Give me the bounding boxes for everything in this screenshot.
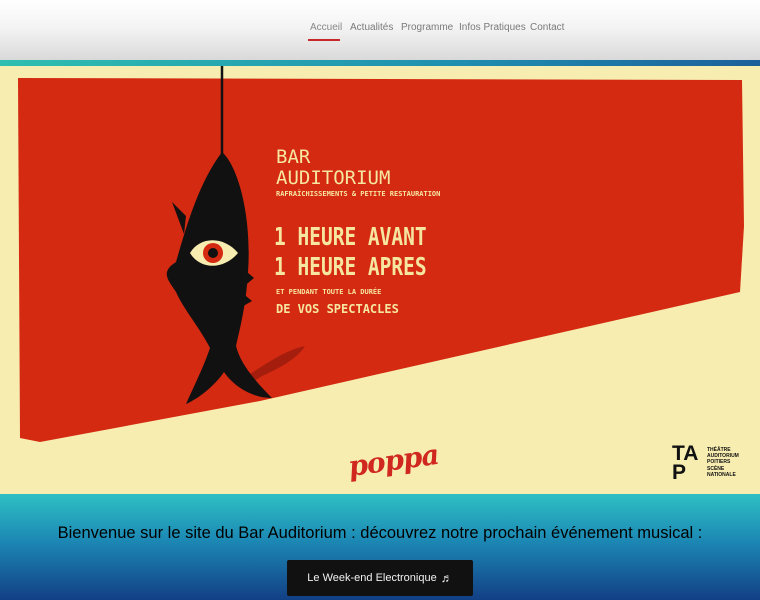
tap-letters: TA P [672,442,698,484]
nav-item-programme[interactable]: Programme [401,22,453,33]
next-event-button[interactable]: Le Week-end Electronique ♬ [287,560,473,596]
welcome-section: Bienvenue sur le site du Bar Auditorium … [0,494,760,600]
nav-item-accueil[interactable]: Accueil [310,22,342,33]
poster-title-bar: BAR [276,146,311,168]
tap-caption: THÉÂTRE AUDITORIUM POITIERS SCÈNE NATION… [707,447,747,478]
next-event-label: Le Week-end Electronique [307,572,437,584]
poster-title-auditorium: AUDITORIUM [276,167,391,189]
active-nav-indicator [308,39,340,41]
nav-item-infos-pratiques[interactable]: Infos Pratiques [459,22,526,33]
music-note-icon: ♬ [440,571,453,585]
tap-logo: TA P THÉÂTRE AUDITORIUM POITIERS SCÈNE N… [672,442,742,490]
top-navbar: Accueil Actualités Programme Infos Prati… [0,0,760,60]
nav-item-contact[interactable]: Contact [530,22,564,33]
poster-during-text: ET PENDANT TOUTE LA DURÉE [276,288,382,296]
poster-hour-before: 1 HEURE AVANT [274,222,427,251]
poster-shows-text: DE VOS SPECTACLES [276,302,399,316]
main-nav: Accueil Actualités Programme Infos Prati… [0,22,760,42]
nav-item-actualites[interactable]: Actualités [350,22,393,33]
poster-subtitle: RAFRAÎCHISSEMENTS & PETITE RESTAURATION [276,190,441,198]
bar-auditorium-poster: BAR AUDITORIUM RAFRAÎCHISSEMENTS & PETIT… [0,66,760,494]
welcome-text: Bienvenue sur le site du Bar Auditorium … [57,524,703,542]
poster-hour-after: 1 HEURE APRES [274,252,427,281]
tap-caption-line: NATIONALE [707,471,736,478]
fish-eye-pupil [208,248,218,258]
